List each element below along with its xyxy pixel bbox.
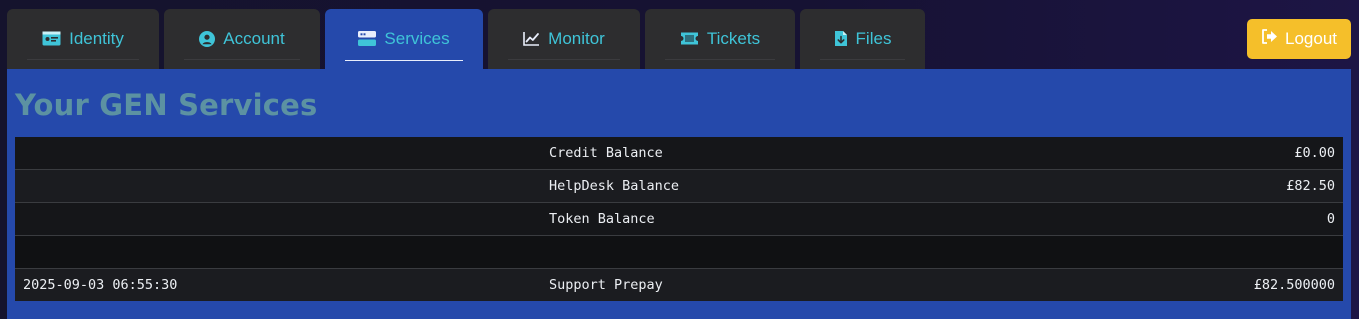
page-title: Your GEN Services <box>15 88 318 122</box>
logout-button[interactable]: Logout <box>1247 19 1351 59</box>
tab-label-files: Files <box>855 28 892 48</box>
server-icon <box>358 31 377 47</box>
tab-account[interactable]: Account <box>164 9 320 69</box>
table-row: 2025-09-03 06:55:30 Support Prepay £82.5… <box>15 269 1343 301</box>
tab-label-account: Account <box>223 28 285 48</box>
row-value: £82.50 <box>1286 178 1335 194</box>
tab-label-monitor: Monitor <box>548 28 605 48</box>
id-card-icon <box>42 31 61 46</box>
row-label: Credit Balance <box>549 145 663 161</box>
table-row: HelpDesk Balance £82.50 <box>15 170 1343 203</box>
ticket-icon <box>680 32 699 45</box>
tab-tickets[interactable]: Tickets <box>645 9 795 69</box>
chart-line-icon <box>523 31 540 46</box>
tab-services[interactable]: Services <box>325 9 483 70</box>
user-circle-icon <box>199 30 216 47</box>
row-label: HelpDesk Balance <box>549 178 680 194</box>
tab-divider <box>184 59 300 60</box>
table-row: Credit Balance £0.00 <box>15 137 1343 170</box>
tab-active-indicator <box>345 59 463 61</box>
row-value: £82.500000 <box>1253 277 1335 293</box>
row-label: Token Balance <box>549 211 655 227</box>
tab-divider <box>820 59 905 60</box>
row-label: Support Prepay <box>549 277 663 293</box>
services-panel: Your GEN Services Credit Balance £0.00 H… <box>7 69 1351 319</box>
row-value: £0.00 <box>1294 145 1335 161</box>
tab-divider <box>27 59 139 60</box>
file-download-icon <box>834 30 848 47</box>
logout-label: Logout <box>1285 29 1337 48</box>
tab-monitor[interactable]: Monitor <box>488 9 640 69</box>
tab-label-services: Services <box>384 29 450 48</box>
balance-table: Credit Balance £0.00 HelpDesk Balance £8… <box>15 137 1343 301</box>
row-value: 0 <box>1326 211 1335 227</box>
tab-files[interactable]: Files <box>800 9 925 69</box>
row-date: 2025-09-03 06:55:30 <box>23 277 178 293</box>
tab-label-identity: Identity <box>69 28 124 48</box>
table-row: Token Balance 0 <box>15 203 1343 236</box>
tab-divider <box>508 59 620 60</box>
tab-divider <box>665 59 775 60</box>
sign-out-icon <box>1261 29 1278 49</box>
tab-label-tickets: Tickets <box>706 28 761 48</box>
tab-identity[interactable]: Identity <box>7 9 159 69</box>
table-row <box>15 236 1343 269</box>
